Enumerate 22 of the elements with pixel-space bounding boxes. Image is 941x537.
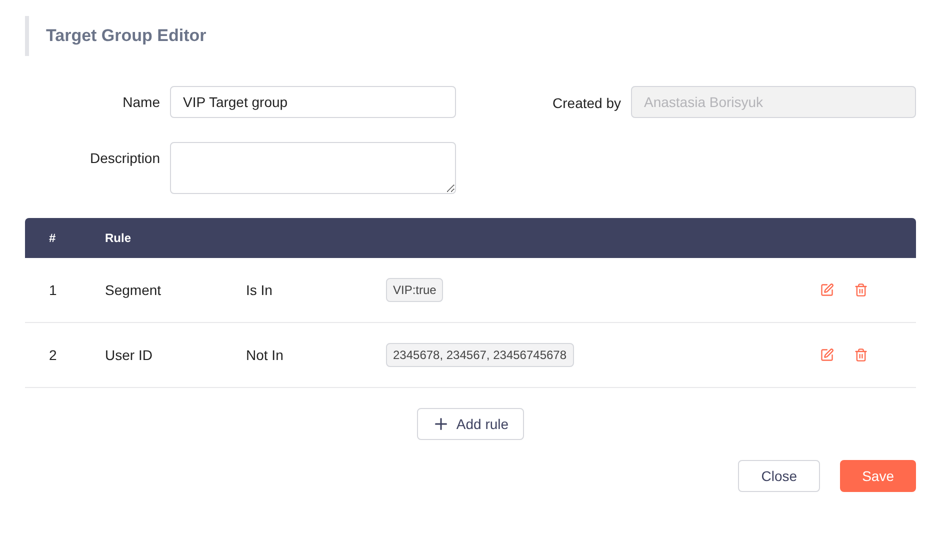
- column-header: #: [48, 230, 57, 247]
- page-title: Target Group Editor: [46, 25, 206, 48]
- name-field[interactable]: VIP Target group: [170, 86, 456, 118]
- table-cell-text: Is In: [246, 280, 274, 300]
- close-button[interactable]: Close: [738, 460, 820, 492]
- field-label: Description: [88, 149, 161, 168]
- trash-icon[interactable]: [854, 283, 868, 297]
- table-cell-text: 2: [48, 346, 58, 364]
- table-cell-text: User ID: [105, 346, 154, 364]
- value-tag: VIP:true: [386, 278, 444, 302]
- edit-icon[interactable]: [820, 283, 834, 297]
- table-cell-text: Not In: [246, 346, 284, 364]
- description-field[interactable]: [170, 142, 456, 194]
- add-rule-button[interactable]: Add rule: [417, 408, 524, 440]
- field-label: Created by: [552, 94, 622, 113]
- trash-icon[interactable]: [854, 348, 868, 362]
- table-cell-text: 1: [48, 280, 58, 300]
- column-header: Rule: [105, 230, 132, 247]
- table-cell-text: Segment: [105, 280, 162, 300]
- edit-icon[interactable]: [820, 348, 834, 362]
- field-label: Name: [122, 92, 161, 112]
- value-tag: 2345678, 234567, 23456745678: [386, 343, 574, 367]
